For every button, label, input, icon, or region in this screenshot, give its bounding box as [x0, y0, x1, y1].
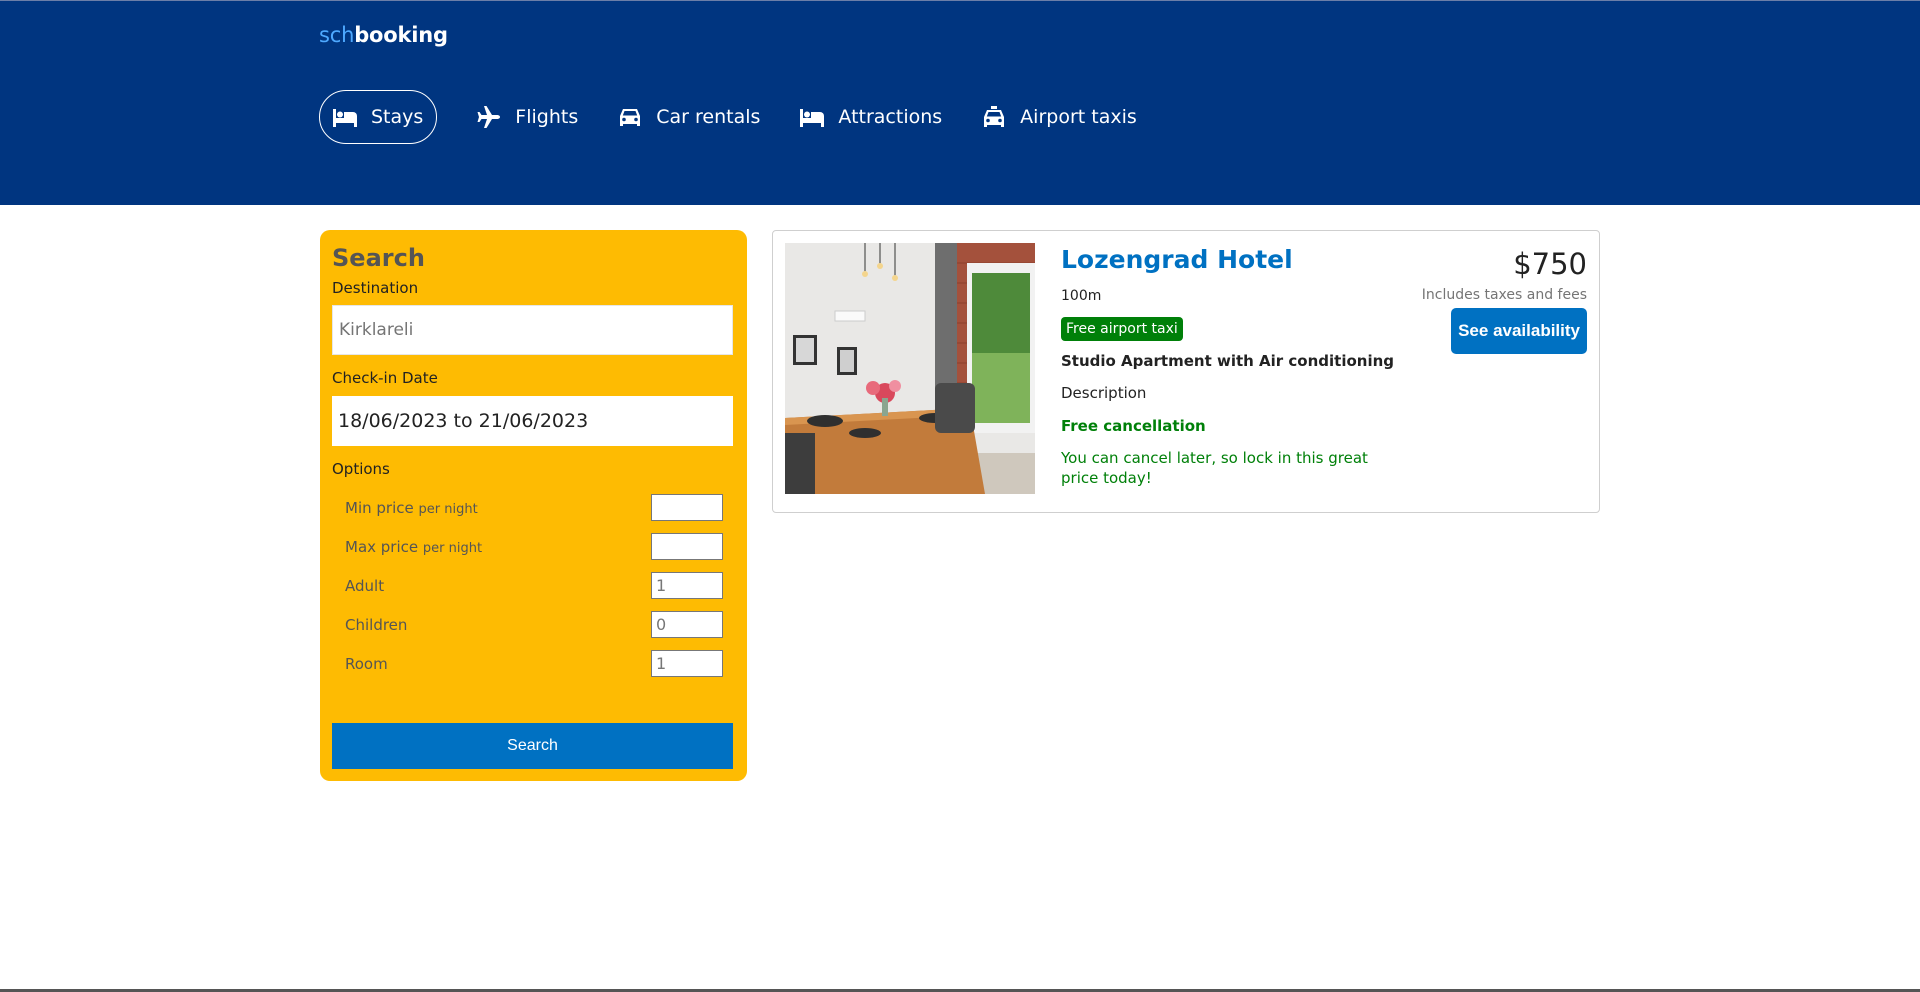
taxi-icon [982, 106, 1006, 128]
hotel-photo[interactable] [785, 243, 1035, 494]
result-info: Lozengrad Hotel 100m Free airport taxi S… [1061, 245, 1401, 488]
option-label: Children [345, 615, 408, 634]
site-header: schbooking Stays Flights Car rentals Att… [0, 1, 1920, 205]
hotel-name-link[interactable]: Lozengrad Hotel [1061, 245, 1401, 274]
search-result-card: Lozengrad Hotel 100m Free airport taxi S… [772, 230, 1600, 513]
max-price-input[interactable] [651, 533, 723, 560]
option-label: Adult [345, 576, 385, 595]
bed-icon [333, 106, 357, 128]
option-room: Room 1 [345, 644, 735, 683]
see-availability-button[interactable]: See availability [1451, 308, 1587, 354]
search-title: Search [332, 244, 425, 272]
children-input[interactable]: 0 [651, 611, 723, 638]
nav-item-airport-taxis[interactable]: Airport taxis [982, 90, 1137, 144]
option-children: Children 0 [345, 605, 735, 644]
nav-item-stays[interactable]: Stays [319, 90, 438, 144]
room-input[interactable]: 1 [651, 650, 723, 677]
nav-label: Flights [515, 106, 579, 128]
option-max-price: Max price per night [345, 527, 735, 566]
nav-item-car-rentals[interactable]: Car rentals [618, 90, 760, 144]
room-type: Studio Apartment with Air conditioning [1061, 352, 1395, 370]
bed-icon [800, 106, 825, 128]
min-price-input[interactable] [651, 494, 723, 521]
option-label: Max price per night [345, 537, 483, 556]
nav-item-attractions[interactable]: Attractions [800, 90, 942, 144]
adult-input[interactable]: 1 [651, 572, 723, 599]
option-label: Room [345, 654, 388, 673]
option-label: Min price per night [345, 498, 478, 517]
logo-suffix: booking [354, 23, 448, 47]
logo[interactable]: schbooking [319, 23, 448, 47]
destination-label: Destination [332, 279, 419, 297]
main-nav: Stays Flights Car rentals Attractions Ai… [319, 90, 1177, 144]
cancellation-title: Free cancellation [1061, 417, 1206, 435]
destination-input[interactable]: Kirklareli [332, 305, 733, 355]
taxi-badge: Free airport taxi [1061, 317, 1183, 341]
nav-item-flights[interactable]: Flights [477, 90, 578, 144]
nav-label: Attractions [838, 106, 943, 128]
checkin-date-field[interactable]: 18/06/2023 to 21/06/2023 [332, 396, 733, 446]
car-icon [618, 106, 642, 128]
options-label: Options [332, 460, 390, 478]
distance-text: 100m [1061, 288, 1102, 304]
tax-note: Includes taxes and fees [1421, 287, 1587, 303]
checkin-label: Check-in Date [332, 369, 438, 387]
cancellation-subtitle: You can cancel later, so lock in this gr… [1061, 449, 1368, 487]
price: $750 [1513, 247, 1587, 281]
price-column: $750 Includes taxes and fees See availab… [1422, 247, 1587, 354]
option-min-price: Min price per night [345, 488, 735, 527]
options-list: Min price per night Max price per night … [332, 488, 735, 683]
search-panel: Search Destination Kirklareli Check-in D… [320, 230, 747, 781]
nav-label: Car rentals [656, 106, 761, 128]
nav-label: Stays [371, 106, 424, 128]
nav-label: Airport taxis [1020, 106, 1137, 128]
search-button[interactable]: Search [332, 723, 733, 769]
logo-prefix: sch [319, 23, 355, 47]
plane-icon [477, 106, 501, 128]
description-text: Description [1061, 384, 1147, 402]
option-adult: Adult 1 [345, 566, 735, 605]
